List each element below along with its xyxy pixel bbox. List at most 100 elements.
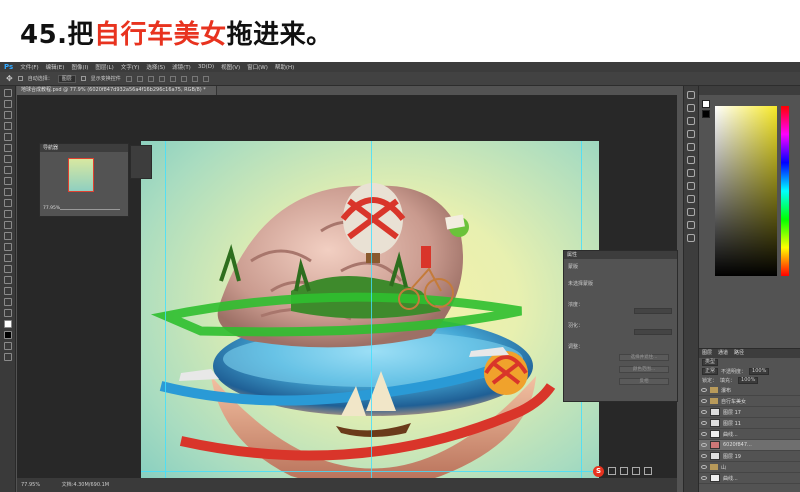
type-tool[interactable] (3, 254, 12, 262)
eye-icon[interactable] (701, 432, 707, 436)
layer-row[interactable]: 图层 19 (699, 451, 800, 462)
eraser-tool[interactable] (3, 199, 12, 207)
eye-icon[interactable] (701, 443, 707, 447)
brush-settings-icon[interactable] (687, 117, 695, 125)
dodge-tool[interactable] (3, 232, 12, 240)
quick-mask-icon[interactable] (3, 342, 12, 350)
navigator-zoom-slider[interactable] (60, 209, 120, 210)
hue-slider[interactable] (781, 106, 789, 276)
menu-help[interactable]: 帮助(H) (275, 63, 294, 71)
navigator-thumbnail[interactable] (68, 158, 94, 192)
histogram-icon[interactable] (687, 208, 695, 216)
menu-view[interactable]: 视图(V) (221, 63, 240, 71)
menu-file[interactable]: 文件(F) (20, 63, 38, 71)
move-tool-icon[interactable]: ✥ (6, 74, 13, 83)
eye-icon[interactable] (701, 476, 707, 480)
gradient-tool[interactable] (3, 210, 12, 218)
eye-icon[interactable] (701, 454, 707, 458)
status-zoom[interactable]: 77.95% (21, 482, 40, 488)
background-color-swatch[interactable] (3, 331, 12, 339)
collapsed-panel[interactable] (130, 145, 152, 179)
move-tool[interactable] (3, 89, 12, 97)
align-right-icon[interactable] (147, 75, 154, 82)
layer-row[interactable]: 曲线... (699, 473, 800, 484)
eyedropper-tool[interactable] (3, 144, 12, 152)
info-icon[interactable] (687, 195, 695, 203)
lasso-tool[interactable] (3, 111, 12, 119)
distribute-icon[interactable] (191, 75, 198, 82)
ime-mode-icon[interactable] (608, 467, 616, 475)
density-field[interactable] (634, 308, 672, 314)
stamp-tool[interactable] (3, 177, 12, 185)
menu-image[interactable]: 图像(I) (71, 63, 88, 71)
menu-filter[interactable]: 滤镜(T) (172, 63, 191, 71)
layer-row[interactable]: 山 (699, 462, 800, 473)
more-tools-icon[interactable] (3, 309, 12, 317)
foreground-swatch[interactable] (702, 100, 710, 108)
healing-tool[interactable] (3, 155, 12, 163)
eye-icon[interactable] (701, 388, 707, 392)
menu-type[interactable]: 文字(Y) (121, 63, 140, 71)
layer-row[interactable]: 图层 11 (699, 418, 800, 429)
libraries-icon[interactable] (687, 221, 695, 229)
eye-icon[interactable] (701, 399, 707, 403)
hand-tool[interactable] (3, 287, 12, 295)
navigator-title[interactable]: 导航器 (40, 144, 128, 152)
sogou-ime-icon[interactable]: S (593, 465, 604, 477)
ime-punct-icon[interactable] (620, 467, 628, 475)
quick-select-tool[interactable] (3, 122, 12, 130)
document-tab[interactable]: 地球合成教程.psd @ 77.9% (6020f847d932a56a4f16… (17, 86, 217, 95)
layer-row-selected[interactable]: 6020f847... (699, 440, 800, 451)
tab-paths[interactable]: 路径 (734, 349, 744, 358)
guide-vertical-left[interactable] (165, 141, 166, 492)
show-transform-checkbox[interactable] (80, 76, 86, 81)
history-brush-tool[interactable] (3, 188, 12, 196)
swatches-icon[interactable] (687, 156, 695, 164)
select-and-mask-button[interactable]: 选择并遮住... (619, 354, 669, 361)
align-middle-icon[interactable] (169, 75, 176, 82)
brush-tool[interactable] (3, 166, 12, 174)
marquee-tool[interactable] (3, 100, 12, 108)
shape-tool[interactable] (3, 276, 12, 284)
align-bottom-icon[interactable] (180, 75, 187, 82)
layer-row[interactable]: 图层 17 (699, 407, 800, 418)
3d-mode-icon[interactable] (202, 75, 209, 82)
color-range-button[interactable]: 颜色范围... (619, 366, 669, 373)
ime-keyboard-icon[interactable] (632, 467, 640, 475)
properties-title[interactable]: 属性 (564, 251, 677, 259)
align-top-icon[interactable] (158, 75, 165, 82)
status-doc-size[interactable]: 文档:4.30M/690.1M (62, 482, 109, 488)
eye-icon[interactable] (701, 421, 707, 425)
styles-icon[interactable] (687, 182, 695, 190)
adjustments-icon[interactable] (687, 169, 695, 177)
color-picker-field[interactable] (715, 106, 777, 276)
tab-layers[interactable]: 图层 (702, 349, 712, 358)
paragraph-icon[interactable] (687, 143, 695, 151)
guide-horizontal-bottom[interactable] (141, 471, 599, 472)
feather-field[interactable] (634, 329, 672, 335)
foreground-color-swatch[interactable] (3, 320, 12, 328)
menu-layer[interactable]: 图层(L) (95, 63, 113, 71)
opacity-field[interactable]: 100% (749, 368, 770, 375)
eye-icon[interactable] (701, 465, 707, 469)
menu-edit[interactable]: 编辑(E) (46, 63, 65, 71)
guide-vertical-center[interactable] (371, 141, 372, 492)
invert-button[interactable]: 反相 (619, 378, 669, 385)
screen-mode-icon[interactable] (3, 353, 12, 361)
crop-tool[interactable] (3, 133, 12, 141)
path-select-tool[interactable] (3, 265, 12, 273)
color-panel-tabs[interactable] (699, 86, 800, 95)
fill-field[interactable]: 100% (738, 377, 759, 384)
document-canvas[interactable] (141, 141, 599, 492)
auto-select-checkbox[interactable] (17, 76, 23, 81)
blur-tool[interactable] (3, 221, 12, 229)
auto-select-dropdown[interactable]: 图层 (57, 74, 76, 83)
layer-row[interactable]: 瀑布 (699, 385, 800, 396)
eye-icon[interactable] (701, 410, 707, 414)
layer-kind-filter[interactable]: 类型 (702, 359, 719, 366)
actions-icon[interactable] (687, 104, 695, 112)
tab-channels[interactable]: 通道 (718, 349, 728, 358)
background-swatch[interactable] (702, 110, 710, 118)
zoom-tool[interactable] (3, 298, 12, 306)
character-icon[interactable] (687, 130, 695, 138)
